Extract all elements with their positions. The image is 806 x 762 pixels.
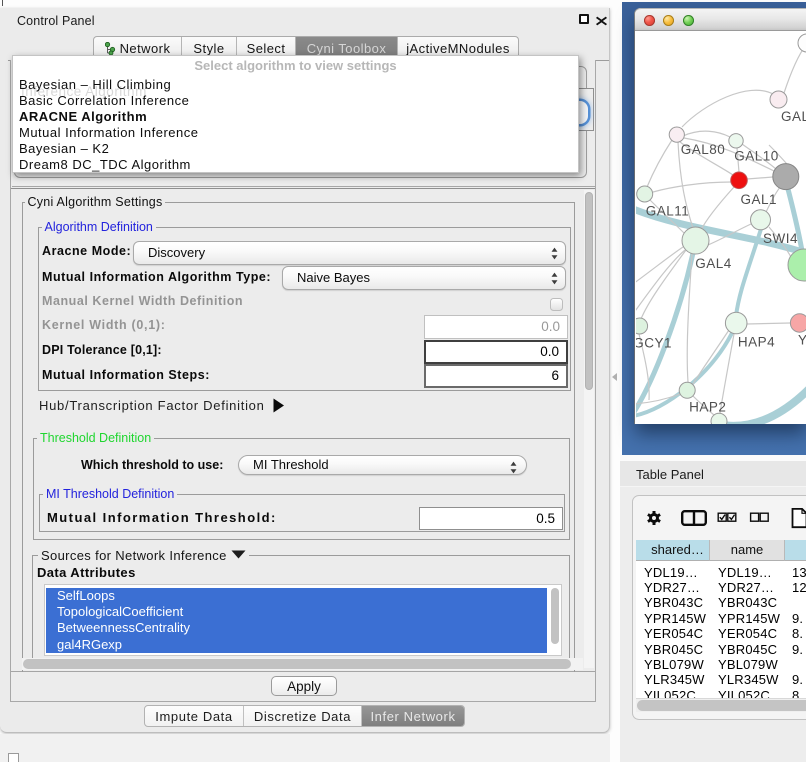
svg-text:GAL10: GAL10 <box>734 149 779 164</box>
svg-text:GAL11: GAL11 <box>646 204 690 219</box>
svg-text:GAL4: GAL4 <box>695 256 732 271</box>
svg-text:HAP4: HAP4 <box>738 335 775 350</box>
svg-text:GCY1: GCY1 <box>636 336 672 351</box>
svg-text:GAL7: GAL7 <box>781 109 806 124</box>
svg-text:HAP2: HAP2 <box>689 400 726 415</box>
svg-text:Y: Y <box>798 333 806 348</box>
svg-text:SWI4: SWI4 <box>763 231 798 246</box>
svg-text:GAL80: GAL80 <box>681 142 726 157</box>
svg-text:GAL1: GAL1 <box>741 192 778 207</box>
